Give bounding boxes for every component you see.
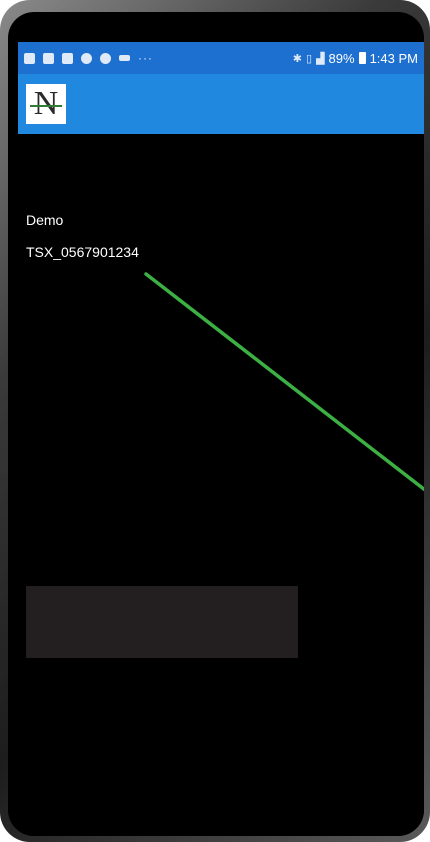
battery-percent: 89%: [328, 50, 355, 66]
status-bar: ··· ✱ ▯ ▟ 89% 1:43 PM: [18, 42, 424, 74]
battery-icon: [358, 52, 366, 64]
bluetooth-icon: ✱: [292, 52, 303, 65]
logo-strike: [30, 105, 62, 107]
logo-letter: N: [33, 85, 59, 122]
app-bar: N: [18, 74, 424, 134]
dark-panel: [26, 586, 298, 658]
vibrate-icon: ▯: [306, 52, 313, 65]
clock: 1:43 PM: [369, 50, 418, 66]
phone-frame: ··· ✱ ▯ ▟ 89% 1:43 PM N Demo TSX_0567901…: [0, 0, 430, 842]
flipboard-icon: [24, 52, 35, 64]
signal-icon: ▟: [316, 52, 325, 65]
message-icon: [62, 52, 73, 64]
system-icons: ✱ ▯ ▟ 89% 1:43 PM: [293, 51, 418, 66]
chrome-icon: [81, 52, 92, 64]
photos-icon: [119, 55, 130, 61]
tsx-value: TSX_0567901234: [26, 244, 139, 260]
more-dots-icon: ···: [138, 51, 153, 65]
phone-bezel: ··· ✱ ▯ ▟ 89% 1:43 PM N Demo TSX_0567901…: [8, 12, 424, 836]
demo-label: Demo: [26, 212, 64, 228]
flipboard-icon: [43, 52, 54, 64]
app-logo[interactable]: N: [26, 84, 66, 124]
screen: ··· ✱ ▯ ▟ 89% 1:43 PM N Demo TSX_0567901…: [18, 42, 424, 836]
notification-icons: ···: [24, 51, 153, 65]
app-icon: [100, 52, 111, 64]
annotation-line-stroke: [144, 272, 424, 492]
annotation-line: [144, 272, 424, 492]
